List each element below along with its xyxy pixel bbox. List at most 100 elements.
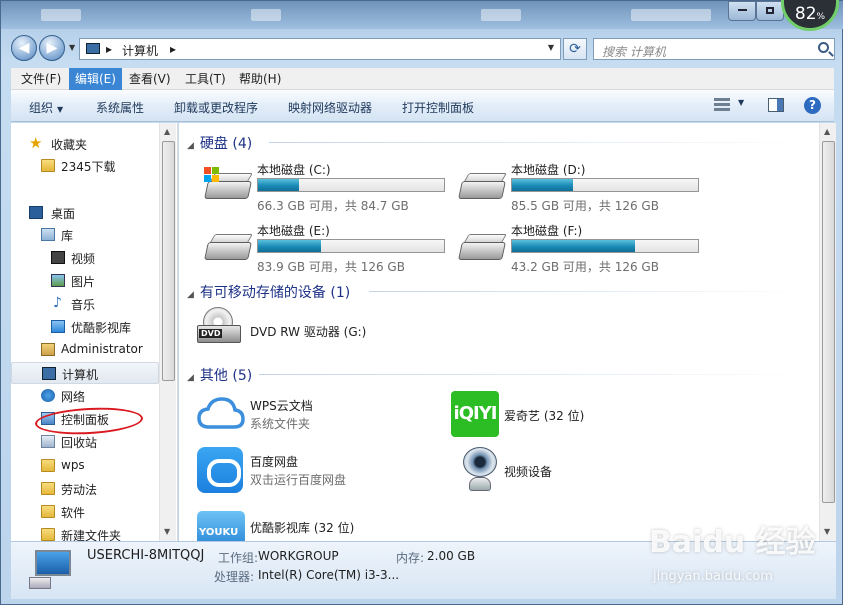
video-device[interactable]: 视频设备 [457,447,707,495]
nav-network[interactable]: 网络 [11,385,159,407]
memory-label: 内存: [396,551,425,565]
content-area: ◢ 硬盘 (4) 本地磁盘 (C:) 66.3 GB 可用，共 84.7 GB 本… [179,123,819,541]
address-bar[interactable]: ▸ 计算机 ▸ ▼ [79,38,561,60]
help-icon[interactable]: ? [804,97,821,114]
dvd-drive-name: DVD RW 驱动器 (G:) [250,325,367,339]
menu-tools[interactable]: 工具(T) [179,68,232,90]
folder-icon [41,505,55,518]
minimize-button[interactable] [728,1,756,21]
nav-downloads[interactable]: 2345下载 [11,155,159,177]
pictures-icon [51,274,65,287]
search-input[interactable]: 搜索 计算机 [593,38,835,60]
uninstall-program-button[interactable]: 卸载或更改程序 [174,99,258,116]
organize-button[interactable]: 组织 ▼ [29,99,63,116]
drive-f[interactable]: 本地磁盘 (F:) 43.2 GB 可用，共 126 GB [440,222,699,276]
group-header-removable[interactable]: ◢ 有可移动存储的设备 (1) [187,282,350,302]
windows-logo-icon [204,167,220,183]
nav-music[interactable]: ♪ 音乐 [11,293,159,315]
content-scrollbar[interactable]: ▲ ▼ [819,123,836,541]
nav-software[interactable]: 软件 [11,501,159,523]
star-icon: ★ [29,134,43,152]
youku-library[interactable]: YOUKU 优酷影视库 (32 位) [179,511,429,541]
breadcrumb-separator[interactable]: ▸ [106,42,112,56]
cloud-icon [197,397,245,429]
folder-icon [41,482,55,495]
desktop-icon [29,206,43,219]
drive-usage-bar [257,178,445,192]
search-placeholder: 搜索 计算机 [602,45,666,59]
iqiyi-app[interactable]: iQIYI 爱奇艺 (32 位) [451,391,701,439]
forward-button[interactable]: ▶ [39,35,65,61]
nav-desktop[interactable]: 桌面 [11,202,159,224]
hard-drive-icon [204,167,253,199]
drive-name: 本地磁盘 (D:) [511,163,586,177]
menu-file[interactable]: 文件(F) [15,68,67,90]
scroll-up-arrow[interactable]: ▲ [824,127,830,136]
title-bar [1,1,843,29]
drive-free-space: 83.9 GB 可用，共 126 GB [257,260,405,274]
computer-icon [86,43,100,54]
computer-name: USERCHI-8MITQQJ [87,548,205,563]
address-dropdown[interactable]: ▼ [548,43,554,52]
nav-youku[interactable]: 优酷影视库 [11,316,159,338]
nav-pictures[interactable]: 图片 [11,270,159,292]
nav-wps[interactable]: wps [11,455,159,477]
search-icon[interactable] [818,42,829,53]
back-button[interactable]: ◀ [11,35,37,61]
view-options-icon[interactable] [714,98,730,112]
breadcrumb-separator[interactable]: ▸ [170,42,176,56]
cpu-label: 处理器: [214,570,255,584]
scrollbar-thumb[interactable] [822,141,835,503]
folder-icon [41,528,55,541]
maximize-button[interactable] [756,1,784,21]
item-name: 百度网盘 [250,455,299,469]
wps-cloud-docs[interactable]: WPS云文档 系统文件夹 [179,397,429,437]
scrollbar-thumb[interactable] [162,141,175,381]
map-network-drive-button[interactable]: 映射网络驱动器 [288,99,372,116]
nav-new-folder[interactable]: 新建文件夹 [11,524,159,541]
nav-pane-scrollbar[interactable]: ▲ ▼ [159,123,176,541]
video-icon [51,251,65,264]
drive-usage-bar [511,178,699,192]
network-icon [41,389,55,402]
drive-e[interactable]: 本地磁盘 (E:) 83.9 GB 可用，共 126 GB [186,222,445,276]
nav-administrator[interactable]: Administrator [11,339,159,361]
system-properties-button[interactable]: 系统属性 [96,99,144,116]
drive-d[interactable]: 本地磁盘 (D:) 85.5 GB 可用，共 126 GB [440,161,699,215]
menu-help[interactable]: 帮助(H) [233,68,287,90]
menu-edit[interactable]: 编辑(E) [69,68,122,90]
refresh-button[interactable]: ⟳ [563,38,587,60]
item-subtitle: 系统文件夹 [250,417,311,431]
view-dropdown[interactable]: ▼ [738,98,744,107]
navigation-buttons: ◀ ▶ ▼ [11,35,75,61]
nav-favorites[interactable]: ★ 收藏夹 [11,133,159,155]
nav-libraries[interactable]: 库 [11,224,159,246]
nav-labor-law[interactable]: 劳动法 [11,478,159,500]
nav-recycle-bin[interactable]: 回收站 [11,431,159,453]
preview-pane-icon[interactable] [768,98,784,112]
folder-icon [41,459,55,472]
cpu-value: Intel(R) Core(TM) i3-3... [258,568,400,582]
scroll-up-arrow[interactable]: ▲ [164,127,170,136]
group-header-hdd[interactable]: ◢ 硬盘 (4) [187,133,252,153]
drive-name: 本地磁盘 (F:) [511,224,583,238]
baidu-jingyan-watermark: Baidu 经验 jingyan.baidu.com [649,525,816,584]
open-control-panel-button[interactable]: 打开控制面板 [402,99,474,116]
item-name: WPS云文档 [250,399,313,413]
dvd-drive[interactable]: DVD DVD RW 驱动器 (G:) [179,307,429,353]
computer-icon [29,550,75,589]
breadcrumb-computer[interactable]: 计算机 [122,42,158,59]
group-header-other[interactable]: ◢ 其他 (5) [187,365,252,385]
hard-drive-icon [458,234,507,260]
recent-pages-dropdown[interactable]: ▼ [69,43,75,52]
nav-video[interactable]: 视频 [11,247,159,269]
nav-computer[interactable]: 计算机 [11,362,159,384]
hard-drive-icon [204,234,253,260]
drive-usage-bar [511,239,699,253]
item-subtitle: 双击运行百度网盘 [250,473,347,487]
item-name: 优酷影视库 (32 位) [250,521,355,535]
scroll-down-arrow[interactable]: ▼ [164,527,170,536]
baidu-netdisk[interactable]: 百度网盘 双击运行百度网盘 [179,447,429,495]
menu-view[interactable]: 查看(V) [123,68,177,90]
drive-c[interactable]: 本地磁盘 (C:) 66.3 GB 可用，共 84.7 GB [186,161,445,215]
